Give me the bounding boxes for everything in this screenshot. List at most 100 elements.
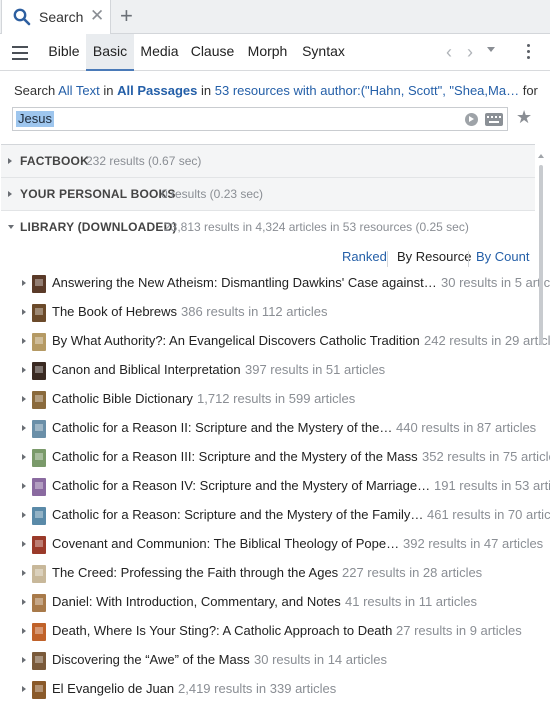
sort-ranked[interactable]: Ranked xyxy=(342,249,387,264)
toolbar-tab-media[interactable]: Media xyxy=(134,34,185,71)
result-row[interactable]: Death, Where Is Your Sting?: A Catholic … xyxy=(1,617,535,646)
result-title[interactable]: The Book of Hebrews xyxy=(52,304,177,319)
resources-link[interactable]: 53 resources with author:("Hahn, Scott",… xyxy=(215,83,519,98)
book-cover-icon xyxy=(32,362,46,380)
result-row[interactable]: The Creed: Professing the Faith through … xyxy=(1,559,535,588)
result-row[interactable]: The Book of Hebrews 386 results in 112 ar… xyxy=(1,298,535,327)
result-title[interactable]: Catholic for a Reason II: Scripture and … xyxy=(52,420,392,435)
book-cover-icon xyxy=(32,304,46,322)
result-count: 41 results in 11 articles xyxy=(345,594,477,609)
result-title[interactable]: El Evangelio de Juan xyxy=(52,681,174,696)
section-count: 232 results (0.67 sec) xyxy=(86,154,202,168)
expand-caret-icon[interactable] xyxy=(8,191,12,197)
tab-label: Search xyxy=(39,9,84,25)
expand-caret-icon[interactable] xyxy=(22,628,26,634)
result-count: 27 results in 9 articles xyxy=(396,623,522,638)
result-title[interactable]: Catholic for a Reason IV: Scripture and … xyxy=(52,478,430,493)
result-title[interactable]: Catholic for a Reason III: Scripture and… xyxy=(52,449,418,464)
toolbar-tab-syntax[interactable]: Syntax xyxy=(295,34,352,71)
result-row[interactable]: Catholic for a Reason: Scripture and the… xyxy=(1,501,550,530)
result-title[interactable]: Catholic Bible Dictionary xyxy=(52,391,193,406)
result-title[interactable]: Death, Where Is Your Sting?: A Catholic … xyxy=(52,623,392,638)
result-row[interactable]: Catholic for a Reason III: Scripture and… xyxy=(1,443,550,472)
result-title[interactable]: Canon and Biblical Interpretation xyxy=(52,362,241,377)
result-row[interactable]: Discovering the “Awe” of the Mass 30 resu… xyxy=(1,646,535,675)
expand-caret-icon[interactable] xyxy=(22,396,26,402)
result-count: 461 results in 70 articles xyxy=(427,507,550,522)
toolbar-tab-clause[interactable]: Clause xyxy=(185,34,240,71)
expand-caret-icon[interactable] xyxy=(22,483,26,489)
result-title[interactable]: Answering the New Atheism: Dismantling D… xyxy=(52,275,437,290)
expand-caret-icon[interactable] xyxy=(22,657,26,663)
result-title[interactable]: Daniel: With Introduction, Commentary, a… xyxy=(52,594,341,609)
result-title[interactable]: Discovering the “Awe” of the Mass xyxy=(52,652,250,667)
toolbar-tab-basic[interactable]: Basic xyxy=(86,34,134,71)
star-icon[interactable]: ★ xyxy=(516,107,532,128)
go-arrow-icon[interactable] xyxy=(465,113,478,126)
book-cover-icon xyxy=(32,507,46,525)
result-title[interactable]: By What Authority?: An Evangelical Disco… xyxy=(52,333,420,348)
back-arrow-icon[interactable]: ‹ xyxy=(446,42,452,63)
more-options-icon[interactable] xyxy=(527,44,531,62)
result-row[interactable]: By What Authority?: An Evangelical Disco… xyxy=(1,327,550,356)
book-cover-icon xyxy=(32,449,46,467)
expand-caret-icon[interactable] xyxy=(8,158,12,164)
expand-caret-icon[interactable] xyxy=(22,309,26,315)
forward-arrow-icon[interactable]: › xyxy=(467,42,473,63)
expand-caret-icon[interactable] xyxy=(22,338,26,344)
book-cover-icon xyxy=(32,478,46,496)
result-row[interactable]: Covenant and Communion: The Biblical The… xyxy=(1,530,543,559)
section-count: 0 results (0.23 sec) xyxy=(161,187,264,201)
result-row[interactable]: Answering the New Atheism: Dismantling D… xyxy=(1,269,550,298)
keyboard-icon[interactable] xyxy=(485,113,503,126)
sort-by-resource[interactable]: By Resource xyxy=(397,249,471,264)
result-count: 1,712 results in 599 articles xyxy=(197,391,356,406)
scope-link[interactable]: All Text xyxy=(58,83,100,98)
search-input[interactable]: Jesus xyxy=(12,107,508,131)
close-icon[interactable]: ✕ xyxy=(90,6,104,26)
section-library[interactable]: LIBRARY (DOWNLOADED) 23,813 results in 4… xyxy=(1,211,535,244)
result-count: 191 results in 53 articles xyxy=(434,478,550,493)
expand-caret-icon[interactable] xyxy=(22,541,26,547)
expand-caret-icon[interactable] xyxy=(22,280,26,286)
expand-caret-icon[interactable] xyxy=(22,599,26,605)
search-query-text[interactable]: Jesus xyxy=(16,111,54,127)
result-row[interactable]: Canon and Biblical Interpretation 397 res… xyxy=(1,356,535,385)
toolbar-tab-bible[interactable]: Bible xyxy=(40,34,88,71)
book-cover-icon xyxy=(32,333,46,351)
passages-link[interactable]: All Passages xyxy=(117,83,197,98)
expand-caret-icon[interactable] xyxy=(22,570,26,576)
history-dropdown-icon[interactable] xyxy=(487,47,495,52)
sort-by-count[interactable]: By Count xyxy=(476,249,529,264)
result-title[interactable]: Catholic for a Reason: Scripture and the… xyxy=(52,507,423,522)
result-row[interactable]: El Evangelio de Juan 2,419 results in 339… xyxy=(1,675,535,704)
expand-caret-icon[interactable] xyxy=(22,512,26,518)
collapse-caret-icon[interactable] xyxy=(8,225,14,229)
book-cover-icon xyxy=(32,623,46,641)
scroll-up-icon[interactable] xyxy=(538,154,544,158)
result-count: 392 results in 47 articles xyxy=(403,536,544,551)
toolbar-tab-morph[interactable]: Morph xyxy=(240,34,295,71)
result-title[interactable]: The Creed: Professing the Faith through … xyxy=(52,565,338,580)
result-count: 2,419 results in 339 articles xyxy=(178,681,337,696)
for-text: for xyxy=(522,83,538,98)
expand-caret-icon[interactable] xyxy=(22,367,26,373)
menu-icon[interactable] xyxy=(12,46,28,60)
result-title[interactable]: Covenant and Communion: The Biblical The… xyxy=(52,536,399,551)
scrollbar[interactable] xyxy=(537,148,545,704)
book-cover-icon xyxy=(32,652,46,670)
section-factbook[interactable]: FACTBOOK 232 results (0.67 sec) xyxy=(1,145,535,178)
section-personal-books[interactable]: YOUR PERSONAL BOOKS 0 results (0.23 sec) xyxy=(1,178,535,211)
section-title: FACTBOOK xyxy=(20,154,89,168)
tab-search[interactable]: Search ✕ xyxy=(1,0,111,34)
expand-caret-icon[interactable] xyxy=(22,425,26,431)
result-row[interactable]: Catholic for a Reason IV: Scripture and … xyxy=(1,472,550,501)
result-row[interactable]: Catholic Bible Dictionary 1,712 results i… xyxy=(1,385,535,414)
result-row[interactable]: Daniel: With Introduction, Commentary, a… xyxy=(1,588,535,617)
expand-caret-icon[interactable] xyxy=(22,454,26,460)
expand-caret-icon[interactable] xyxy=(22,686,26,692)
result-row[interactable]: Catholic for a Reason II: Scripture and … xyxy=(1,414,536,443)
in-text-1: in xyxy=(103,83,114,98)
add-tab-icon[interactable]: + xyxy=(120,3,133,29)
scroll-thumb[interactable] xyxy=(539,165,543,345)
